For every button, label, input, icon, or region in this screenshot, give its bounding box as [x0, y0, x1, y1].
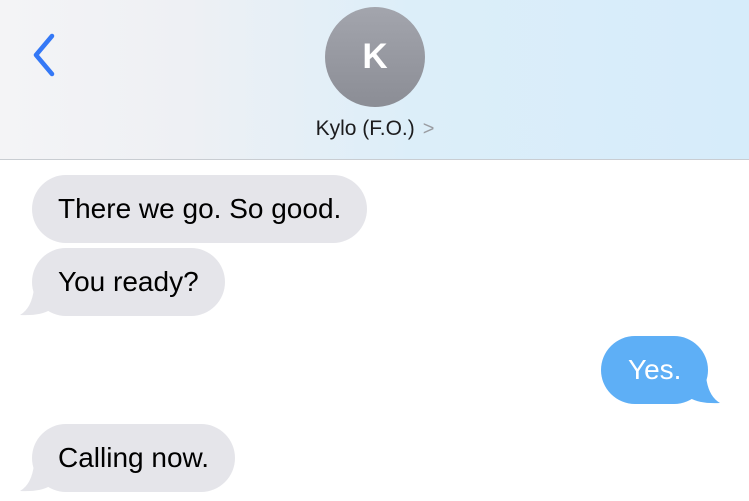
bubble-tail	[20, 464, 50, 492]
message-text: You ready?	[58, 266, 199, 297]
message-text: There we go. So good.	[58, 193, 342, 224]
back-button[interactable]	[26, 30, 66, 80]
contact-name: Kylo (F.O.)	[315, 117, 415, 140]
avatar[interactable]: K	[325, 7, 425, 107]
bubble-tail	[690, 376, 721, 404]
message-bubble-sent[interactable]: Yes.	[601, 336, 721, 404]
message-bubble-received[interactable]: You ready?	[20, 248, 225, 316]
message-text: Calling now.	[58, 442, 209, 473]
bubble-tail	[20, 288, 50, 316]
contact-name-button[interactable]: Kylo (F.O.) >	[250, 117, 500, 141]
chevron-left-icon	[33, 33, 55, 77]
conversation-header: K Kylo (F.O.) >	[0, 0, 749, 160]
message-bubble-received[interactable]: Calling now.	[20, 424, 235, 492]
message-bubble-received[interactable]: There we go. So good.	[32, 175, 368, 243]
message-thread: There we go. So good. You ready? Yes. Ca…	[0, 161, 749, 501]
messages-screen: K Kylo (F.O.) > There we go. So good. You…	[0, 0, 749, 501]
chevron-right-icon: >	[422, 118, 435, 140]
avatar-initial: K	[362, 37, 388, 76]
message-text: Yes.	[628, 354, 682, 385]
